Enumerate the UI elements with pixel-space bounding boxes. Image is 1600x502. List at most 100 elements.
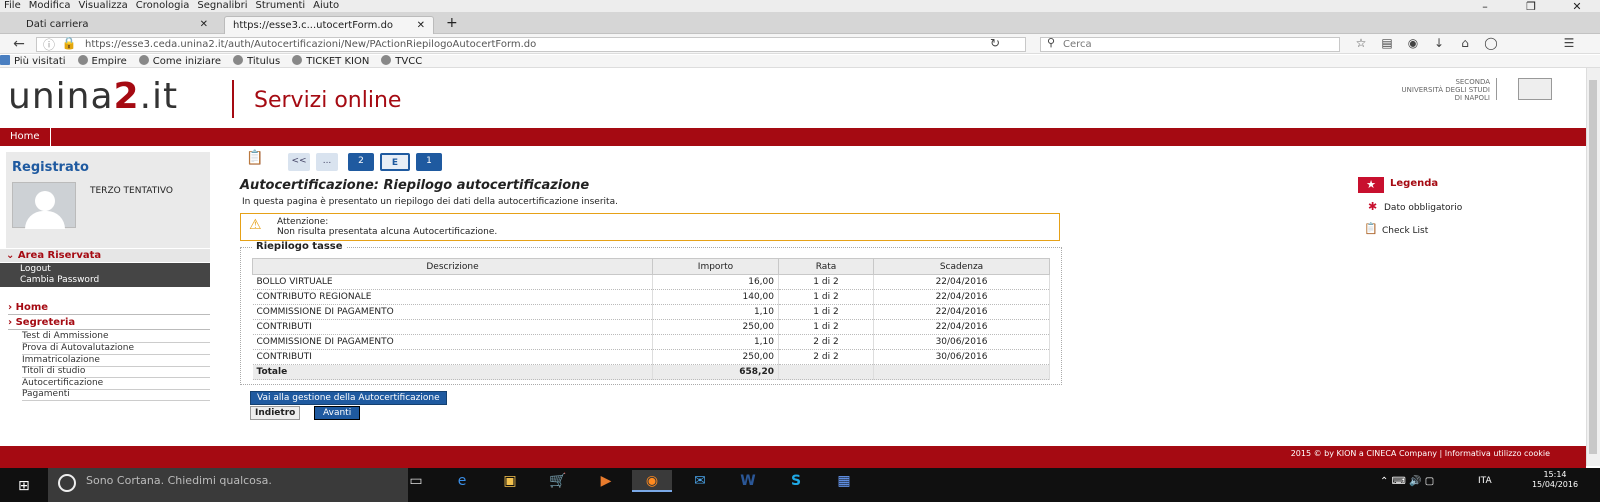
- menu-segnalibri[interactable]: Segnalibri: [193, 0, 251, 11]
- menu-modifica[interactable]: Modifica: [25, 0, 75, 11]
- logout-link[interactable]: Logout: [20, 264, 210, 275]
- table-row: COMMISSIONE DI PAGAMENTO 1,10 1 di 2 22/04/…: [252, 304, 1050, 320]
- bookmark-titulus[interactable]: Titulus: [233, 55, 280, 68]
- skype-icon[interactable]: S: [776, 470, 816, 492]
- account-menu: Logout Cambia Password: [0, 263, 210, 287]
- total-label: Totale: [252, 364, 653, 380]
- cell-importo: 250,00: [652, 319, 779, 335]
- tab-active[interactable]: https://esse3.c...utocertForm.do ✕: [224, 16, 434, 34]
- avatar: [12, 182, 76, 229]
- cell-descrizione: BOLLO VIRTUALE: [252, 274, 653, 290]
- firefox-icon[interactable]: ◉: [632, 470, 672, 492]
- sidebar-home[interactable]: › Home: [8, 302, 210, 315]
- reload-icon[interactable]: ↻: [986, 36, 1004, 50]
- bookmark-ticket-kion[interactable]: TICKET KION: [292, 55, 369, 68]
- total-value: 658,20: [652, 364, 779, 380]
- menu-aiuto[interactable]: Aiuto: [309, 0, 343, 11]
- warning-icon: ⚠: [249, 217, 262, 233]
- site-logo[interactable]: unina2.it: [8, 76, 178, 117]
- nav-home-button[interactable]: Home: [0, 128, 51, 146]
- sidebar-item-test-ammissione[interactable]: Test di Ammissione: [22, 331, 210, 343]
- library-icon[interactable]: ▤: [1378, 36, 1396, 50]
- pager-dots[interactable]: ...: [316, 153, 338, 171]
- university-seal-icon: [1518, 78, 1552, 100]
- cell-scadenza: 22/04/2016: [873, 319, 1050, 335]
- change-password-link[interactable]: Cambia Password: [20, 275, 210, 286]
- chevron-right-icon: ›: [8, 302, 16, 313]
- search-input[interactable]: Cerca: [1040, 37, 1340, 52]
- gestione-autocertificazione-button[interactable]: Vai alla gestione della Autocertificazio…: [250, 391, 447, 405]
- main-nav: [0, 128, 1586, 146]
- sidebar-item-prova-autovalutazione[interactable]: Prova di Autovalutazione: [22, 343, 210, 355]
- menubar: File Modifica Visualizza Cronologia Segnalib…: [0, 0, 1600, 12]
- thunderbird-icon[interactable]: ✉: [680, 470, 720, 492]
- download-icon[interactable]: ↓: [1430, 36, 1448, 50]
- task-view-icon[interactable]: ▭: [396, 470, 436, 492]
- back-icon[interactable]: ←: [10, 36, 28, 52]
- empty-cell: [873, 364, 1050, 380]
- uni-separator: [1496, 78, 1497, 100]
- menu-visualizza[interactable]: Visualizza: [75, 0, 132, 11]
- info-icon[interactable]: ⓘ: [40, 36, 58, 53]
- edge-icon[interactable]: e: [442, 470, 482, 492]
- cell-importo: 1,10: [652, 334, 779, 350]
- new-tab-icon[interactable]: +: [446, 15, 458, 31]
- chat-icon[interactable]: ◯: [1482, 36, 1500, 50]
- bookmark-piu-visitati[interactable]: Più visitati: [0, 55, 66, 68]
- table-row: BOLLO VIRTUALE 16,00 1 di 2 22/04/2016: [252, 274, 1050, 290]
- clock-time: 15:14: [1543, 470, 1567, 479]
- back-button[interactable]: Indietro: [250, 406, 301, 420]
- bookmark-tvcc[interactable]: TVCC: [381, 55, 422, 68]
- file-explorer-icon[interactable]: ▣: [490, 470, 530, 492]
- page-description: In questa pagina è presentato un riepilo…: [242, 197, 618, 207]
- bookmark-star-icon[interactable]: ☆: [1352, 36, 1370, 50]
- clock-date: 15/04/2016: [1531, 480, 1579, 489]
- url-input[interactable]: https://esse3.ceda.unina2.it/auth/Autoce…: [36, 37, 1026, 52]
- bookmark-come-iniziare[interactable]: Come iniziare: [138, 55, 221, 68]
- menu-file[interactable]: File: [0, 0, 25, 11]
- pager-first[interactable]: <<: [288, 153, 310, 171]
- menu-strumenti[interactable]: Strumenti: [252, 0, 310, 11]
- cell-descrizione: CONTRIBUTO REGIONALE: [252, 289, 653, 305]
- home-icon[interactable]: ⌂: [1456, 36, 1474, 50]
- sidebar-segreteria[interactable]: › Segreteria: [8, 317, 210, 330]
- cell-scadenza: 30/06/2016: [873, 334, 1050, 350]
- pager-step-current[interactable]: E: [380, 153, 410, 171]
- tab-dati-carriera[interactable]: Dati carriera ✕: [18, 16, 216, 34]
- cortana-search[interactable]: Sono Cortana. Chiedimi qualcosa.: [48, 468, 408, 502]
- legend-checklist[interactable]: Check List: [1382, 226, 1428, 236]
- clock[interactable]: 15:14 15/04/2016: [1520, 470, 1590, 490]
- pager-step-1[interactable]: 1: [416, 153, 442, 171]
- close-tab-icon[interactable]: ✕: [417, 17, 425, 34]
- scrollbar-thumb[interactable]: [1589, 80, 1597, 454]
- bookmarks-bar: Più visitati Empire Come iniziare Titulus TI…: [0, 55, 1600, 68]
- legend-title: Legenda: [1390, 178, 1439, 189]
- area-riservata-header[interactable]: ⌄ Area Riservata: [0, 249, 210, 262]
- system-tray[interactable]: ⌃ ⌨ 🔊 ▢: [1380, 476, 1434, 487]
- logo-separator: [232, 80, 234, 118]
- language-indicator[interactable]: ITA: [1478, 476, 1492, 486]
- search-icon: ⚲: [1046, 36, 1056, 49]
- services-title: Servizi online: [254, 88, 402, 113]
- pinned-app-icon[interactable]: ▦: [824, 470, 864, 492]
- windows-start-icon[interactable]: ⊞: [18, 478, 30, 494]
- chevron-right-icon: ›: [8, 317, 16, 328]
- media-app-icon[interactable]: ▶: [586, 470, 626, 492]
- store-icon[interactable]: 🛒: [538, 470, 578, 492]
- pocket-icon[interactable]: ◉: [1404, 36, 1422, 50]
- bookmark-empire[interactable]: Empire: [77, 55, 127, 68]
- checklist-icon: 📋: [1364, 222, 1378, 235]
- hamburger-menu-icon[interactable]: ☰: [1560, 36, 1578, 50]
- pager-step-2[interactable]: 2: [348, 153, 374, 171]
- next-button[interactable]: Avanti: [314, 406, 361, 420]
- form-icon: 📋: [246, 150, 264, 166]
- sidebar-item-pagamenti[interactable]: Pagamenti: [22, 389, 210, 401]
- sidebar-item-titoli-studio[interactable]: Titoli di studio: [22, 366, 210, 378]
- word-icon[interactable]: W: [728, 470, 768, 492]
- close-tab-icon[interactable]: ✕: [200, 16, 208, 33]
- warning-box: ⚠ Attenzione: Non risulta presentata alc…: [240, 213, 1060, 241]
- globe-icon: [233, 55, 244, 65]
- cell-importo: 250,00: [652, 349, 779, 365]
- menu-cronologia[interactable]: Cronologia: [132, 0, 194, 11]
- cell-rata: 1 di 2: [778, 304, 874, 320]
